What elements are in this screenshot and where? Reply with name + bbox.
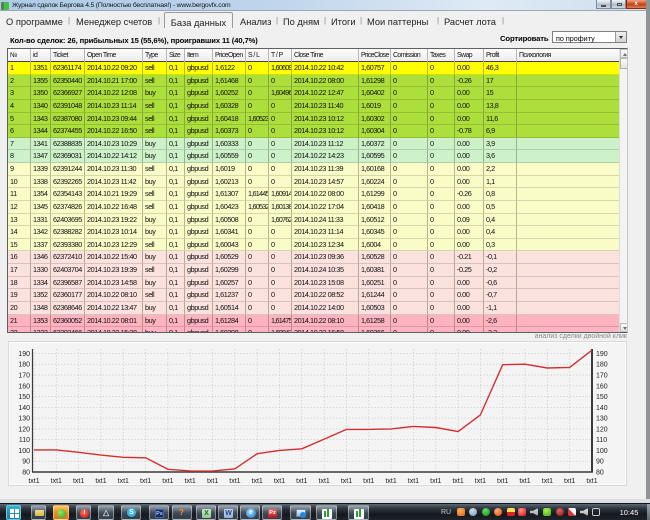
svg-text:160: 160 bbox=[18, 383, 30, 390]
svg-text:txt1: txt1 bbox=[296, 478, 307, 485]
svg-text:txt1: txt1 bbox=[207, 478, 218, 485]
svg-text:150: 150 bbox=[596, 394, 608, 401]
svg-text:txt1: txt1 bbox=[28, 478, 39, 485]
svg-text:90: 90 bbox=[596, 459, 604, 466]
svg-text:160: 160 bbox=[596, 383, 608, 390]
svg-text:txt1: txt1 bbox=[385, 478, 396, 485]
svg-text:140: 140 bbox=[18, 405, 30, 412]
svg-text:txt1: txt1 bbox=[274, 478, 285, 485]
svg-text:150: 150 bbox=[18, 394, 30, 401]
svg-text:txt1: txt1 bbox=[140, 478, 151, 485]
svg-text:130: 130 bbox=[18, 416, 30, 423]
svg-text:140: 140 bbox=[596, 405, 608, 412]
svg-text:txt1: txt1 bbox=[363, 478, 374, 485]
svg-text:txt1: txt1 bbox=[252, 478, 263, 485]
svg-text:txt1: txt1 bbox=[319, 478, 330, 485]
svg-text:txt1: txt1 bbox=[162, 478, 173, 485]
svg-text:120: 120 bbox=[18, 426, 30, 433]
svg-text:80: 80 bbox=[22, 470, 30, 477]
svg-text:170: 170 bbox=[18, 373, 30, 380]
svg-text:100: 100 bbox=[18, 448, 30, 455]
svg-text:txt1: txt1 bbox=[475, 478, 486, 485]
svg-text:190: 190 bbox=[18, 351, 30, 358]
svg-text:110: 110 bbox=[596, 437, 607, 444]
svg-text:120: 120 bbox=[596, 426, 608, 433]
svg-text:txt1: txt1 bbox=[73, 478, 84, 485]
svg-text:txt1: txt1 bbox=[430, 478, 441, 485]
svg-text:txt1: txt1 bbox=[497, 478, 508, 485]
svg-text:80: 80 bbox=[596, 470, 604, 477]
svg-text:txt1: txt1 bbox=[118, 478, 129, 485]
svg-text:txt1: txt1 bbox=[341, 478, 352, 485]
svg-text:180: 180 bbox=[18, 362, 30, 369]
svg-text:190: 190 bbox=[596, 351, 608, 358]
svg-text:txt1: txt1 bbox=[564, 478, 575, 485]
svg-text:txt1: txt1 bbox=[229, 478, 240, 485]
svg-text:130: 130 bbox=[596, 416, 608, 423]
svg-text:90: 90 bbox=[22, 459, 30, 466]
svg-text:txt1: txt1 bbox=[519, 478, 530, 485]
svg-text:txt1: txt1 bbox=[452, 478, 463, 485]
svg-text:txt1: txt1 bbox=[95, 478, 106, 485]
svg-text:txt1: txt1 bbox=[542, 478, 553, 485]
svg-text:180: 180 bbox=[596, 362, 608, 369]
svg-text:txt1: txt1 bbox=[408, 478, 419, 485]
svg-text:txt1: txt1 bbox=[51, 478, 62, 485]
svg-text:100: 100 bbox=[596, 448, 608, 455]
svg-text:txt1: txt1 bbox=[586, 478, 597, 485]
svg-text:txt1: txt1 bbox=[185, 478, 196, 485]
svg-text:170: 170 bbox=[596, 373, 608, 380]
svg-text:110: 110 bbox=[19, 437, 30, 444]
